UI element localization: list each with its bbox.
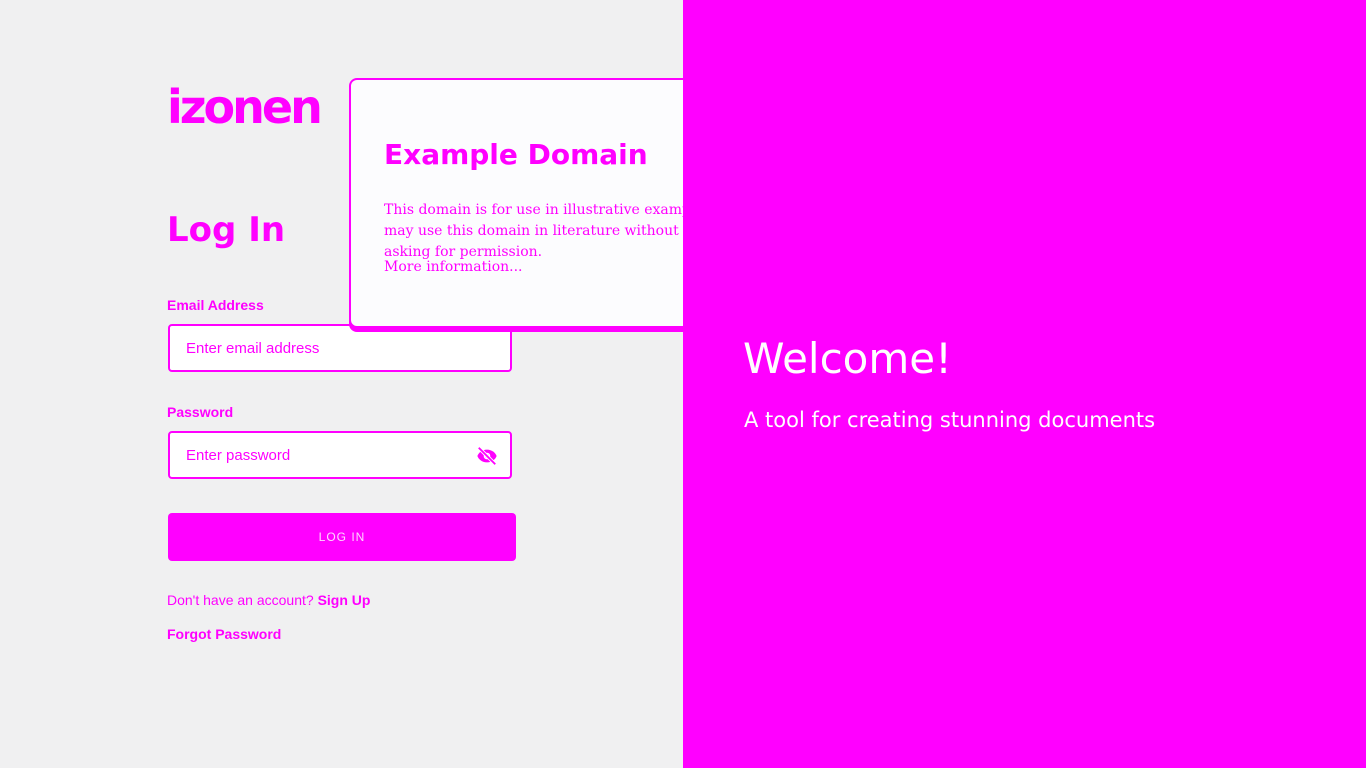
- password-field-container: [168, 431, 512, 479]
- signup-prompt: Don't have an account? Sign Up: [167, 592, 370, 608]
- welcome-title: Welcome!: [743, 334, 952, 383]
- forgot-password-link[interactable]: Forgot Password: [167, 626, 281, 642]
- welcome-subtitle: A tool for creating stunning documents: [744, 408, 1156, 432]
- email-field-container: [168, 324, 512, 372]
- password-label: Password: [167, 404, 234, 420]
- page: izonen Log In Email Address Password LOG…: [0, 0, 1366, 768]
- signup-prompt-text: Don't have an account?: [167, 592, 314, 608]
- email-field[interactable]: [170, 326, 466, 370]
- eye-slash-icon[interactable]: [476, 445, 498, 467]
- login-button[interactable]: LOG IN: [168, 513, 516, 561]
- brand-logo: izonen: [167, 80, 323, 134]
- welcome-panel: Welcome! A tool for creating stunning do…: [683, 0, 1366, 768]
- popup-title: Example Domain: [384, 138, 648, 171]
- more-information-link[interactable]: More information...: [384, 259, 523, 275]
- password-field[interactable]: [170, 433, 466, 477]
- email-label: Email Address: [167, 297, 264, 313]
- signup-link[interactable]: Sign Up: [318, 592, 371, 608]
- page-title: Log In: [167, 210, 286, 250]
